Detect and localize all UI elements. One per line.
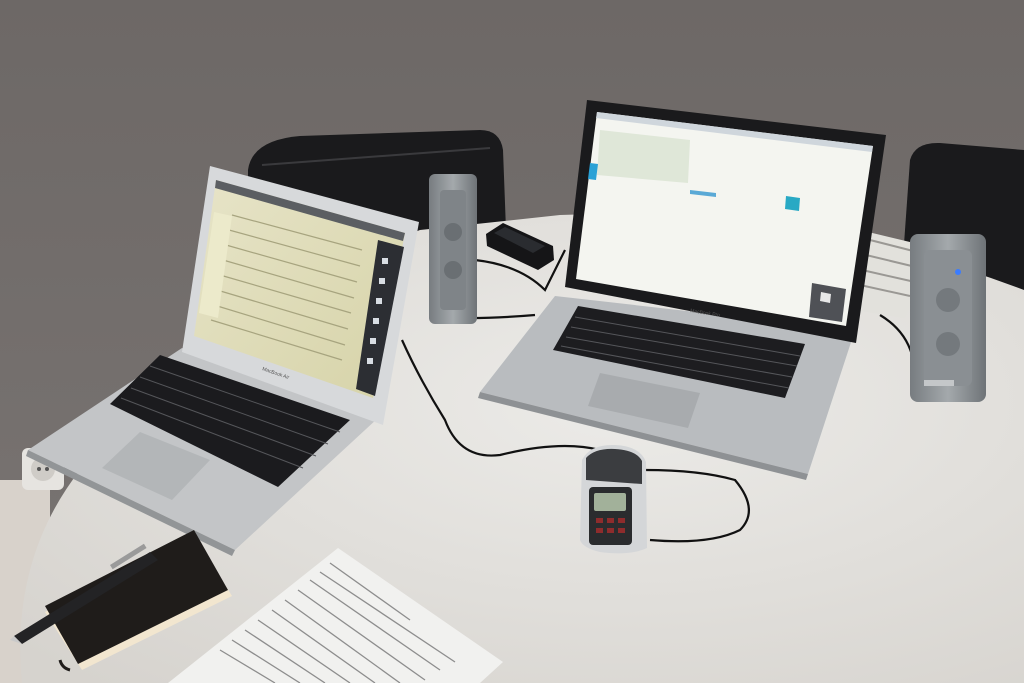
speaker-right	[910, 234, 986, 402]
desk-scene: MacBook Pro MacBook Air	[0, 0, 1024, 683]
power-led	[955, 269, 961, 275]
audio-recorder	[580, 444, 647, 554]
speaker-left	[429, 174, 477, 324]
